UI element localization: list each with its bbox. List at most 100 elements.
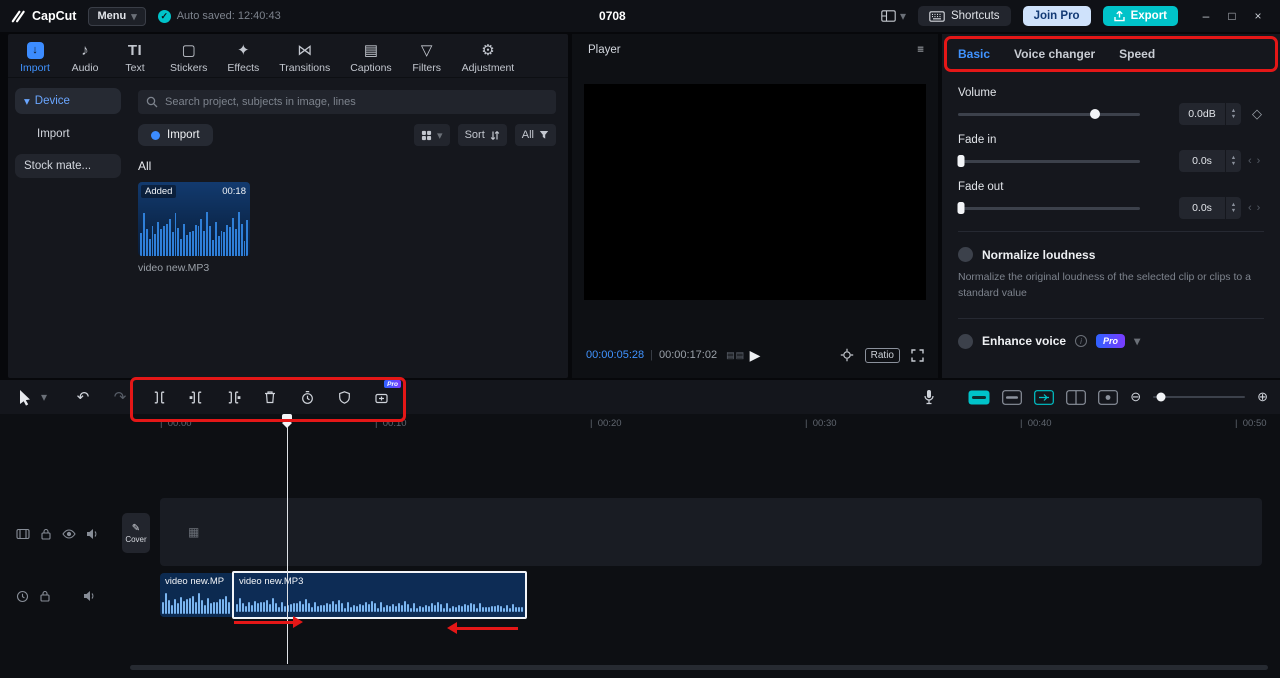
maximize-button[interactable]: □	[1220, 4, 1244, 28]
keyframe-nav-icons[interactable]: ‹›	[1248, 202, 1264, 214]
enhance-voice-checkbox[interactable]	[958, 333, 973, 349]
ai-audio-pro-icon[interactable]: Pro	[368, 380, 401, 410]
app-logo-text: CapCut	[32, 9, 77, 23]
fade-in-slider[interactable]	[957, 155, 1140, 167]
play-button[interactable]: ▶	[750, 347, 761, 364]
volume-value[interactable]: 0.0dB	[1179, 103, 1225, 125]
fade-in-stepper[interactable]: ▲ ▼	[1226, 150, 1241, 172]
video-preview[interactable]	[584, 84, 926, 300]
preview-axis-icon[interactable]	[1066, 389, 1087, 405]
timeline-ruler[interactable]: | 00:00 | 00:10 | 00:20 | 00:30 | 00:40 | 00:…	[0, 414, 1280, 434]
sidebar-item-import[interactable]: Import	[15, 122, 121, 146]
tab-import[interactable]: ↓ Import	[20, 41, 50, 74]
tab-audio[interactable]: ♪ Audio	[70, 41, 100, 75]
playhead-handle[interactable]	[282, 414, 292, 423]
pro-mini-badge: Pro	[384, 380, 401, 388]
volume-stepper[interactable]: ▲ ▼	[1226, 103, 1241, 125]
fade-in-label: Fade in	[958, 134, 997, 146]
step-down-icon[interactable]: ▼	[1231, 161, 1236, 167]
cover-button[interactable]: ✎ Cover	[122, 513, 150, 553]
tab-basic[interactable]: Basic	[958, 47, 990, 61]
minimize-button[interactable]: –	[1194, 4, 1218, 28]
menu-button[interactable]: Menu ▾	[88, 6, 146, 26]
fade-out-stepper[interactable]: ▲ ▼	[1226, 197, 1241, 219]
layout-switch-button[interactable]: ▾	[881, 9, 906, 23]
zoom-in-icon[interactable]: ⊕	[1257, 389, 1268, 405]
filter-button[interactable]: All	[514, 124, 556, 146]
keyframe-diamond-icon[interactable]: ◇	[1250, 106, 1264, 122]
frame-view-icon[interactable]: ▤▤	[726, 350, 745, 361]
playhead[interactable]	[282, 414, 292, 664]
fade-out-slider[interactable]	[957, 202, 1140, 214]
record-voiceover-icon[interactable]	[916, 384, 942, 410]
step-up-icon[interactable]: ▲	[1231, 202, 1236, 208]
tab-voice-changer[interactable]: Voice changer	[1014, 47, 1095, 61]
player-menu-icon[interactable]: ≡	[917, 44, 924, 56]
eye-icon[interactable]	[62, 529, 76, 539]
search-bar[interactable]	[138, 90, 556, 114]
audio-clip-selected[interactable]: video new.MP3	[232, 571, 527, 619]
tab-text[interactable]: TI Text	[120, 41, 150, 75]
keyframe-view-icon[interactable]	[1098, 389, 1119, 405]
undo-button[interactable]: ↶	[70, 384, 96, 410]
speaker-icon[interactable]	[83, 590, 96, 602]
main-video-track[interactable]: ▦	[160, 498, 1262, 566]
fade-out-slider-thumb[interactable]	[957, 202, 965, 214]
keyframe-nav-icons[interactable]: ‹›	[1248, 155, 1264, 167]
import-media-button[interactable]: Import	[138, 124, 213, 146]
tab-stickers[interactable]: ▢ Stickers	[170, 41, 207, 75]
sidebar-item-device[interactable]: ▾ Device	[15, 88, 121, 114]
captions-icon: ▤	[363, 41, 379, 59]
lock-icon[interactable]	[40, 528, 52, 540]
fade-in-value[interactable]: 0.0s	[1179, 150, 1225, 172]
fit-target-icon[interactable]	[840, 348, 854, 362]
sort-button[interactable]: Sort	[457, 124, 507, 146]
step-down-icon[interactable]: ▼	[1231, 208, 1236, 214]
main-track-magnet-icon[interactable]	[968, 390, 990, 405]
shortcuts-button[interactable]: Shortcuts	[917, 6, 1011, 26]
join-pro-button[interactable]: Join Pro	[1022, 6, 1091, 26]
delete-left-icon[interactable]	[183, 384, 209, 410]
speaker-icon[interactable]	[86, 528, 99, 540]
tab-effects[interactable]: ✦ Effects	[227, 41, 259, 75]
step-down-icon[interactable]: ▼	[1231, 114, 1236, 120]
audio-clip-trimmed[interactable]: video new.MP	[160, 573, 232, 617]
linked-track-icon[interactable]	[1034, 389, 1055, 405]
tab-speed[interactable]: Speed	[1119, 47, 1155, 61]
freeze-frame-icon[interactable]	[294, 384, 320, 410]
view-mode-button[interactable]: ▾	[414, 124, 450, 146]
close-button[interactable]: ×	[1246, 4, 1270, 28]
timeline-zoom-slider[interactable]	[1153, 392, 1246, 402]
step-up-icon[interactable]: ▲	[1231, 155, 1236, 161]
split-icon[interactable]	[146, 384, 172, 410]
volume-slider[interactable]	[958, 109, 1140, 119]
tab-adjustment[interactable]: ⚙ Adjustment	[462, 41, 515, 75]
tab-filters[interactable]: ▽ Filters	[412, 41, 442, 75]
divider	[958, 317, 1264, 319]
lock-icon[interactable]	[39, 590, 51, 602]
delete-icon[interactable]	[257, 384, 283, 410]
media-item[interactable]: Added 00:18 video new.MP3	[138, 182, 250, 274]
zoom-out-icon[interactable]: ⊖	[1130, 389, 1141, 405]
select-tool-button[interactable]: ▾	[12, 384, 47, 410]
mute-shield-icon[interactable]	[331, 384, 357, 410]
tab-captions[interactable]: ▤ Captions	[350, 41, 391, 75]
fullscreen-icon[interactable]	[911, 348, 924, 362]
redo-button[interactable]: ↷	[107, 384, 133, 410]
autosave-status: ✓ Auto saved: 12:40:43	[157, 9, 281, 23]
normalize-checkbox[interactable]	[958, 247, 973, 262]
fade-out-value[interactable]: 0.0s	[1179, 197, 1225, 219]
auto-snap-icon[interactable]	[1002, 389, 1023, 405]
sidebar-item-stock-materials[interactable]: Stock mate...	[15, 154, 121, 178]
timeline-scrollbar[interactable]	[130, 665, 1268, 670]
search-input[interactable]	[165, 96, 548, 108]
ratio-button[interactable]: Ratio	[864, 347, 900, 363]
step-up-icon[interactable]: ▲	[1231, 108, 1236, 114]
export-button[interactable]: Export	[1102, 6, 1178, 26]
volume-slider-thumb[interactable]	[1089, 109, 1100, 119]
fade-in-slider-thumb[interactable]	[957, 155, 965, 167]
zoom-slider-thumb[interactable]	[1156, 392, 1166, 402]
tab-transitions[interactable]: ⋈ Transitions	[279, 41, 330, 75]
delete-right-icon[interactable]	[220, 384, 246, 410]
media-item-thumbnail[interactable]: Added 00:18	[138, 182, 250, 256]
